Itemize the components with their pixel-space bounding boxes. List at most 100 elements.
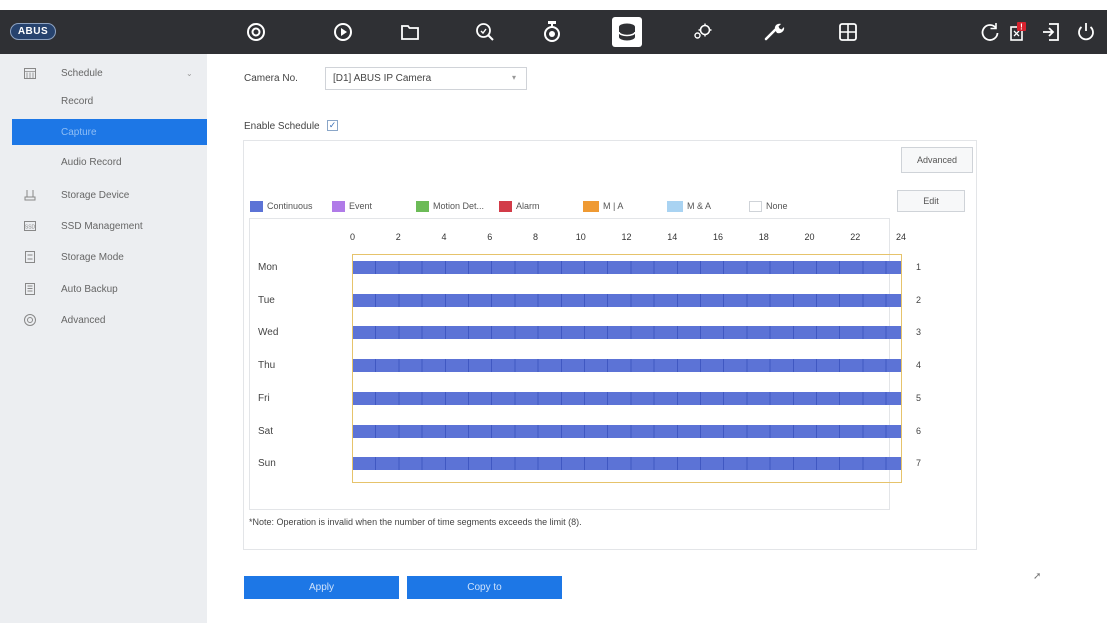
day-label: Sun	[258, 458, 276, 470]
day-row-tue[interactable]: Tue 2	[249, 285, 921, 317]
hour-dividers	[353, 359, 901, 373]
legend-continuous[interactable]: Continuous	[250, 199, 313, 213]
sidebar-item-record[interactable]: Record	[0, 88, 207, 114]
sidebar-item-auto-backup[interactable]: Auto Backup	[0, 276, 207, 302]
legend-alarm[interactable]: Alarm	[499, 199, 540, 213]
camera-icon[interactable]	[536, 16, 568, 48]
refresh-icon[interactable]	[974, 16, 1006, 48]
grid-border-bottom	[352, 482, 901, 483]
continuous-segment[interactable]	[352, 359, 901, 373]
svg-text:SSD: SSD	[25, 225, 36, 231]
day-label: Wed	[258, 327, 279, 339]
hour-dividers	[353, 261, 901, 274]
continuous-segment[interactable]	[352, 391, 901, 405]
legend-m-or-a[interactable]: M | A	[583, 199, 623, 213]
legend-event[interactable]: Event	[332, 199, 372, 213]
sidebar-item-capture[interactable]: Capture	[12, 119, 207, 145]
row-number: 3	[916, 327, 922, 338]
day-row-mon[interactable]: Mon 1	[249, 252, 921, 284]
day-row-sat[interactable]: Sat 6	[249, 416, 921, 448]
sidebar-item-advanced[interactable]: Advanced	[0, 307, 207, 333]
top-menu-bar: ABUS !	[0, 10, 1107, 54]
ssd-icon: SSD	[23, 219, 37, 233]
alarm-icon[interactable]: !	[1003, 16, 1035, 48]
m-or-a-swatch	[583, 200, 599, 212]
legend-label: M & A	[687, 201, 712, 211]
continuous-swatch	[250, 200, 263, 212]
hour-tick-label: 14	[667, 232, 678, 242]
mouse-pointer-icon: ➚	[1033, 571, 1042, 582]
storage-mode-icon	[23, 250, 37, 264]
configuration-icon[interactable]	[686, 16, 718, 48]
legend-label: None	[766, 201, 788, 211]
sidebar-item-label: Storage Device	[61, 189, 130, 201]
hour-dividers	[353, 424, 901, 438]
continuous-segment[interactable]	[352, 261, 901, 274]
hour-tick-label: 2	[395, 232, 401, 242]
logout-icon[interactable]	[1035, 16, 1067, 48]
row-number: 1	[916, 262, 922, 272]
legend-label: Event	[349, 201, 373, 211]
continuous-segment[interactable]	[352, 293, 901, 307]
continuous-segment[interactable]	[352, 326, 901, 340]
sidebar-item-storage-device[interactable]: Storage Device	[0, 182, 207, 208]
power-icon[interactable]	[1070, 16, 1102, 48]
edit-button[interactable]: Edit	[897, 190, 965, 212]
capture-schedule-page: Camera No. [D1] ABUS IP Camera ▾ Enable …	[207, 54, 1107, 623]
playback-icon[interactable]	[327, 16, 359, 48]
segment-limit-note: *Note: Operation is invalid when the num…	[249, 517, 582, 527]
day-label: Mon	[258, 262, 278, 273]
sidebar: Schedule ⌄ Record Capture Audio Record S…	[0, 54, 207, 623]
file-management-icon[interactable]	[394, 16, 426, 48]
grid-border-left	[352, 254, 353, 483]
sidebar-item-label: Auto Backup	[61, 283, 118, 295]
copy-to-button[interactable]: Copy to	[407, 576, 562, 599]
sidebar-item-label: SSD Management	[61, 220, 143, 232]
grid-border-top	[352, 254, 901, 255]
legend-label: M | A	[603, 201, 624, 211]
sidebar-item-label: Record	[61, 95, 94, 107]
day-row-wed[interactable]: Wed 3	[249, 317, 921, 349]
storage-icon[interactable]	[612, 17, 642, 47]
continuous-segment[interactable]	[352, 457, 901, 471]
motion-swatch	[416, 200, 429, 212]
dvr-window: ABUS ! Schedule ⌄ Record Capture Audio R…	[0, 0, 1107, 623]
sidebar-item-schedule[interactable]: Schedule ⌄	[0, 60, 207, 86]
day-row-sun[interactable]: Sun 7	[249, 448, 921, 480]
legend-none[interactable]: None	[749, 199, 788, 213]
sidebar-item-ssd-management[interactable]: SSD SSD Management	[0, 213, 207, 239]
hour-tick-label: 0	[350, 232, 356, 242]
row-number: 5	[916, 392, 922, 403]
chevron-down-icon: ⌄	[186, 68, 193, 78]
hour-dividers	[353, 293, 901, 307]
day-row-fri[interactable]: Fri 5	[249, 383, 921, 415]
camera-no-label: Camera No.	[244, 73, 298, 84]
maintenance-icon[interactable]	[758, 16, 790, 48]
live-view-icon[interactable]	[240, 16, 272, 48]
smart-search-icon[interactable]	[469, 16, 501, 48]
day-row-thu[interactable]: Thu 4	[249, 350, 921, 382]
grid-border-right	[901, 254, 902, 483]
legend-label: Motion Det...	[433, 201, 485, 211]
hour-dividers	[353, 326, 901, 340]
legend-m-and-a[interactable]: M & A	[667, 199, 711, 213]
hour-tick-label: 20	[804, 232, 815, 242]
continuous-segment[interactable]	[352, 424, 901, 438]
hour-tick-label: 12	[621, 232, 632, 242]
enable-schedule-checkbox[interactable]: ✓	[327, 120, 338, 131]
sidebar-item-storage-mode[interactable]: Storage Mode	[0, 244, 207, 270]
apply-button[interactable]: Apply	[244, 576, 399, 599]
enable-schedule-label: Enable Schedule	[244, 121, 320, 132]
camera-select-value: [D1] ABUS IP Camera	[333, 73, 432, 84]
hour-tick-label: 4	[441, 232, 447, 242]
alarm-swatch	[499, 200, 512, 212]
m-and-a-swatch	[667, 200, 683, 212]
sidebar-item-audio-record[interactable]: Audio Record	[0, 149, 207, 175]
alert-badge: !	[1020, 23, 1023, 32]
storage-device-icon	[23, 188, 37, 202]
layout-icon[interactable]	[832, 16, 864, 48]
legend-motion-detection[interactable]: Motion Det...	[416, 199, 484, 213]
camera-select[interactable]: [D1] ABUS IP Camera ▾	[325, 67, 527, 90]
day-label: Fri	[258, 392, 270, 404]
advanced-button[interactable]: Advanced	[901, 147, 973, 173]
